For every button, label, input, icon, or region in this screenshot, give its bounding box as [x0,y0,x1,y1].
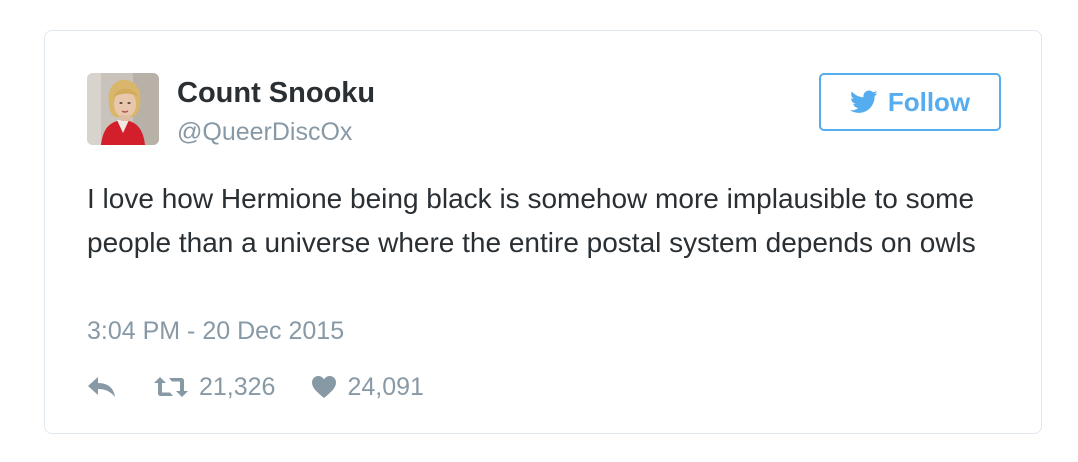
user-handle[interactable]: @QueerDiscOx [177,117,352,147]
reply-arrow-icon [87,375,117,399]
retweet-button[interactable]: 21,326 [153,373,275,402]
heart-icon [311,375,337,399]
profile-photo [87,73,159,145]
tweet-card: Count Snooku @QueerDiscOx Follow I love … [44,30,1042,434]
retweet-count: 21,326 [199,372,276,401]
like-button[interactable]: 24,091 [311,372,424,402]
display-name[interactable]: Count Snooku [177,75,375,111]
avatar[interactable] [87,73,159,145]
reply-button[interactable] [87,375,117,399]
follow-button[interactable]: Follow [819,73,1001,131]
tweet-text: I love how Hermione being black is someh… [87,183,976,258]
follow-label: Follow [887,86,971,117]
retweet-icon [153,375,189,399]
tweet-timestamp[interactable]: 3:04 PM - 20 Dec 2015 [87,315,344,347]
like-count: 24,091 [347,372,424,401]
twitter-bird-icon [849,90,878,114]
tweet-actions: 21,326 24,091 [87,367,424,407]
